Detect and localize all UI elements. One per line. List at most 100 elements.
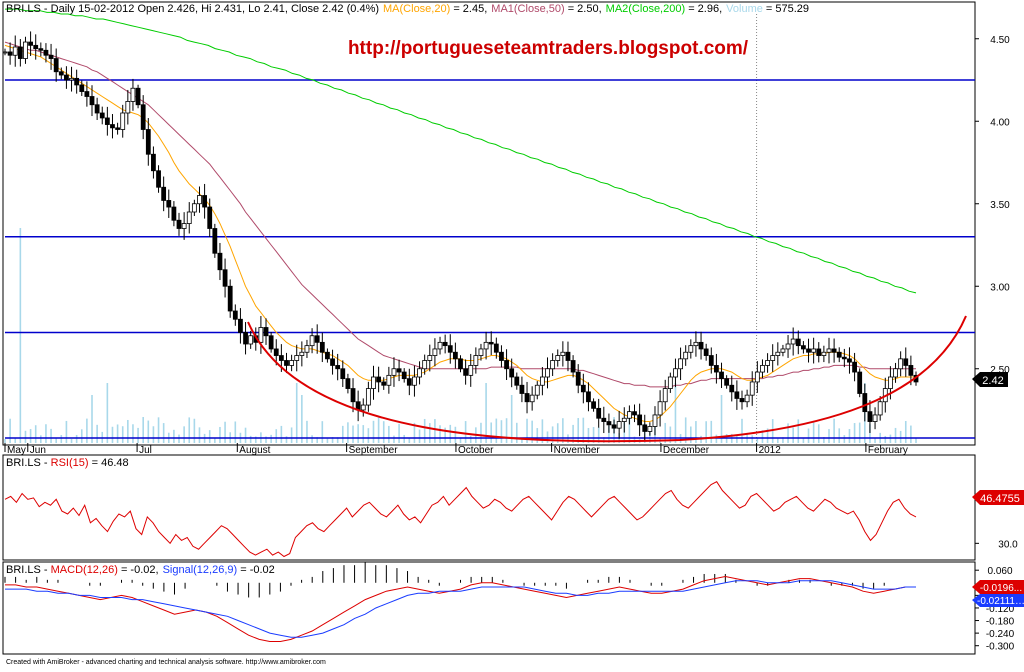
candle-body	[232, 310, 238, 320]
volume-bar	[352, 425, 354, 443]
candle-body	[852, 361, 857, 373]
candle-body	[319, 341, 325, 353]
candle-body	[89, 96, 95, 106]
candle-body	[463, 368, 469, 376]
volume-bar	[290, 427, 293, 443]
volume-bar	[490, 422, 493, 443]
ma200-value: = 2.96,	[685, 3, 722, 15]
candle-body	[335, 365, 341, 370]
macd-badge: -0.0196...	[972, 580, 1024, 594]
volume-bar	[198, 427, 201, 443]
volume-bar	[275, 429, 278, 443]
macd-tick-label: 0.060	[987, 566, 1012, 577]
rsi-value: = 46.48	[89, 457, 129, 469]
volume-bar	[418, 429, 421, 443]
volume-bar	[132, 424, 134, 443]
candle-body	[765, 360, 770, 366]
volume-bar	[853, 423, 856, 443]
volume-bar	[86, 418, 88, 443]
candle-body	[258, 327, 264, 343]
candle-body	[365, 388, 371, 406]
volume-bar	[382, 421, 385, 443]
candle-body	[386, 374, 392, 386]
price-panel[interactable]	[2, 1, 976, 446]
candle-body	[243, 332, 248, 345]
rsi-panel[interactable]	[2, 454, 976, 561]
chart-window: 4.50 4.00 3.50 3.00 2.50 May Jun Jul August Sept…	[0, 0, 1024, 667]
candle-body	[724, 378, 730, 386]
candle-body	[74, 77, 80, 86]
volume-bar	[116, 424, 119, 443]
rsi-badge: 46.4755	[972, 490, 1024, 505]
candle-body	[33, 44, 39, 50]
volume-bar	[321, 421, 324, 443]
candle-body	[371, 376, 376, 389]
price-header: BRI.LS - Daily 15-02-2012 Open 2.426, Hi…	[6, 3, 809, 15]
macd-header: BRI.LS - MACD(12,26) = -0.02, Signal(12,2…	[6, 564, 275, 576]
chart-canvas[interactable]: 4.504.003.503.002.50 May Jun Jul August Sept…	[0, 0, 1024, 667]
volume-bar	[9, 418, 11, 443]
price-tick-label: 3.50	[990, 200, 1010, 211]
candle-body	[606, 421, 612, 426]
candle-body	[872, 414, 878, 422]
candle-body	[514, 376, 520, 386]
candle-body	[151, 153, 156, 172]
candle-body	[616, 421, 622, 429]
candle-body	[135, 87, 141, 106]
volume-bar	[848, 429, 851, 443]
price-tick-label: 3.00	[990, 282, 1010, 293]
candle-body	[652, 414, 658, 427]
candle-body	[560, 351, 566, 356]
candle-body	[7, 51, 13, 56]
candle-body	[811, 348, 817, 353]
candle-body	[698, 341, 704, 350]
candle-body	[831, 348, 837, 353]
date-tick-label: February	[868, 445, 908, 456]
volume-bar	[439, 425, 441, 443]
candle-body	[289, 360, 295, 366]
candle-body	[350, 388, 356, 403]
candle-body	[38, 48, 44, 51]
candle-body	[125, 101, 131, 114]
ma200-legend: MA2(Close,200)	[606, 3, 685, 15]
candle-body	[330, 358, 335, 366]
candle-body	[903, 358, 909, 366]
candle-body	[130, 87, 136, 102]
candle-body	[683, 351, 689, 360]
volume-bar	[843, 435, 846, 443]
volume-bar	[147, 420, 150, 443]
candle-body	[642, 424, 648, 432]
volume-bar	[495, 418, 498, 443]
candle-body	[734, 391, 740, 399]
volume-bar	[817, 424, 820, 443]
candle-body	[447, 345, 453, 353]
candle-body	[693, 341, 699, 347]
candle-body	[801, 345, 806, 350]
date-tick-label: 2012	[759, 445, 782, 456]
candle-body	[181, 223, 187, 229]
volume-bar	[285, 436, 288, 443]
candle-body	[816, 348, 822, 356]
candle-body	[673, 368, 678, 378]
rsi-tick-label: 30.0	[998, 539, 1018, 550]
candle-body	[621, 417, 627, 422]
candle-body	[611, 424, 617, 429]
footer-credit: Created with AmiBroker - advanced charti…	[6, 659, 326, 666]
candle-body	[23, 41, 28, 59]
volume-bar	[690, 426, 692, 443]
candle-body	[43, 49, 49, 56]
candle-body	[775, 351, 781, 356]
volume-bar	[306, 420, 308, 443]
candle-body	[888, 376, 893, 389]
candle-body	[601, 417, 607, 422]
volume-bar	[183, 426, 185, 443]
symbol-label: BRI.LS	[6, 3, 41, 15]
volume-bar	[777, 438, 779, 443]
date-tick-label: May	[7, 445, 26, 456]
candle-body	[191, 203, 197, 213]
candle-body	[790, 338, 796, 345]
candle-body	[58, 71, 64, 76]
volume-bar	[121, 426, 124, 443]
price-tick-label: 4.00	[990, 117, 1010, 128]
candle-body	[575, 371, 581, 386]
